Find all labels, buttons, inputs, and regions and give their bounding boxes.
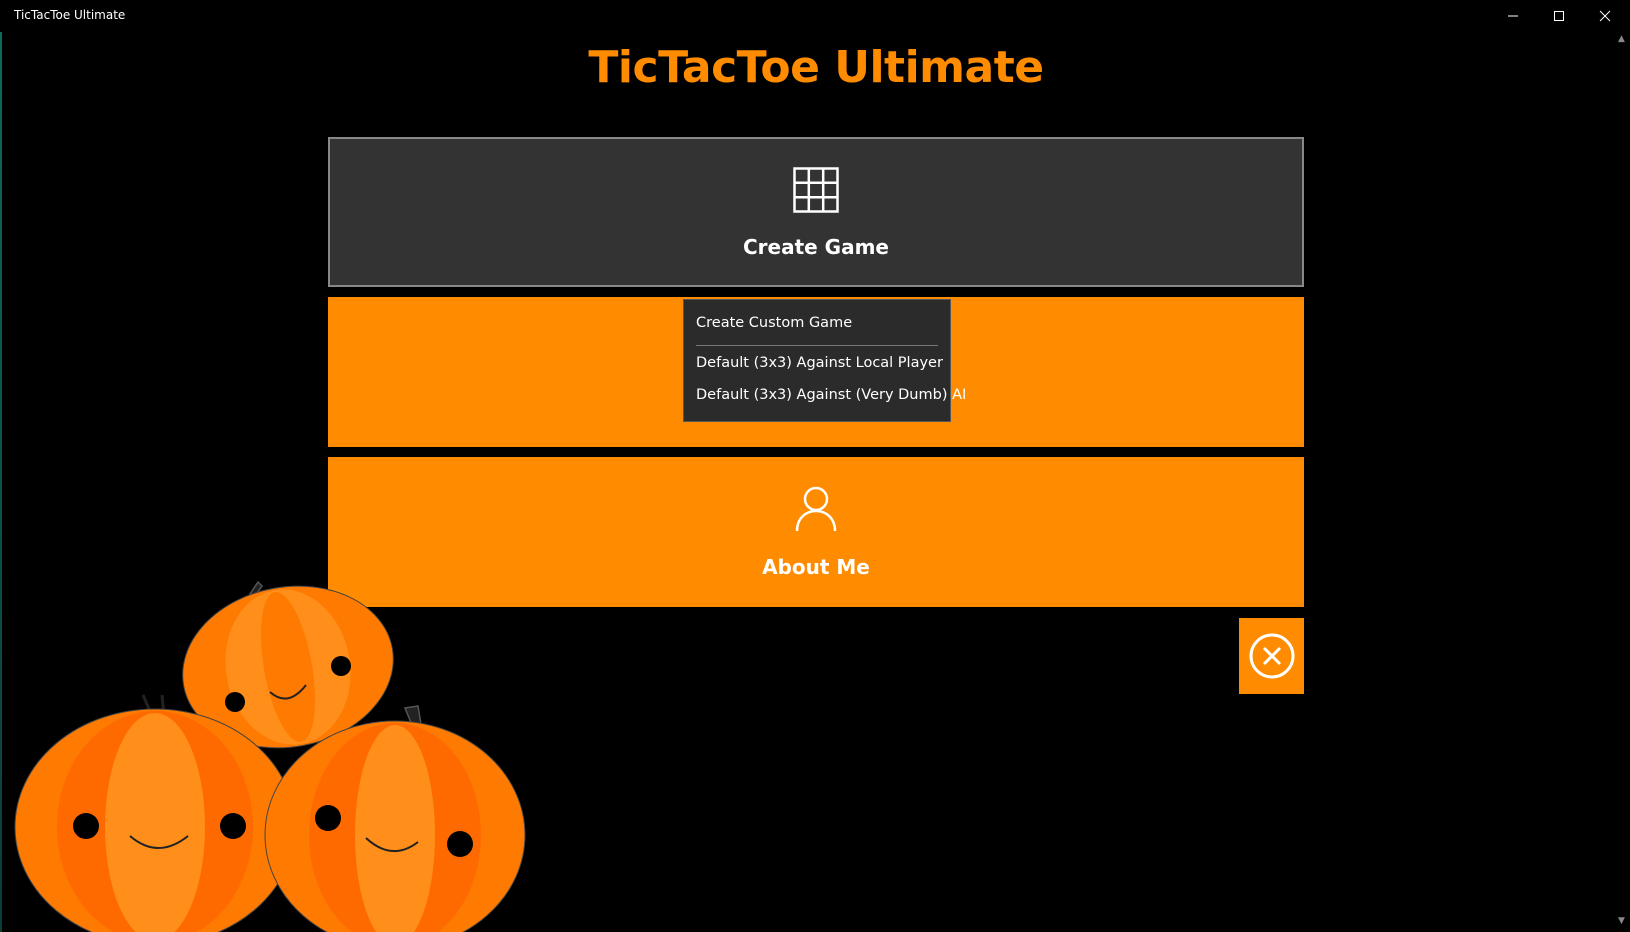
maximize-button[interactable] — [1536, 0, 1582, 32]
minimize-icon — [1508, 15, 1518, 17]
person-icon — [795, 486, 837, 532]
close-icon — [1599, 10, 1611, 22]
scroll-down-arrow-icon[interactable]: ▼ — [1618, 916, 1625, 926]
window-close-button[interactable] — [1582, 0, 1628, 32]
maximize-icon — [1554, 11, 1564, 21]
create-game-flyout: Create Custom Game Default (3x3) Against… — [683, 299, 966, 422]
create-game-label: Create Game — [742, 235, 889, 259]
about-me-label: About Me — [762, 555, 870, 579]
app-window: TicTacToe Ultimate ▲ ▼ TicTacToe Ultimat… — [0, 0, 1630, 932]
page-title: TicTacToe Ultimate — [588, 42, 1044, 93]
create-game-tile[interactable]: Create Game — [328, 137, 1304, 287]
pumpkins-decoration — [14, 580, 526, 932]
exit-button[interactable] — [1239, 618, 1304, 694]
menu-item-default-local-player[interactable]: Default (3x3) Against Local Player — [696, 355, 943, 371]
menu-item-default-ai[interactable]: Default (3x3) Against (Very Dumb) AI — [696, 387, 966, 403]
menu-separator — [696, 345, 938, 346]
vertical-scrollbar[interactable]: ▲ ▼ — [1614, 32, 1630, 932]
window-title: TicTacToe Ultimate — [14, 8, 126, 22]
minimize-button[interactable] — [1490, 0, 1536, 32]
title-bar: TicTacToe Ultimate — [0, 0, 1630, 32]
menu-item-create-custom-game[interactable]: Create Custom Game — [696, 315, 852, 331]
circle-x-icon — [1249, 633, 1294, 679]
grid-icon — [793, 167, 839, 213]
